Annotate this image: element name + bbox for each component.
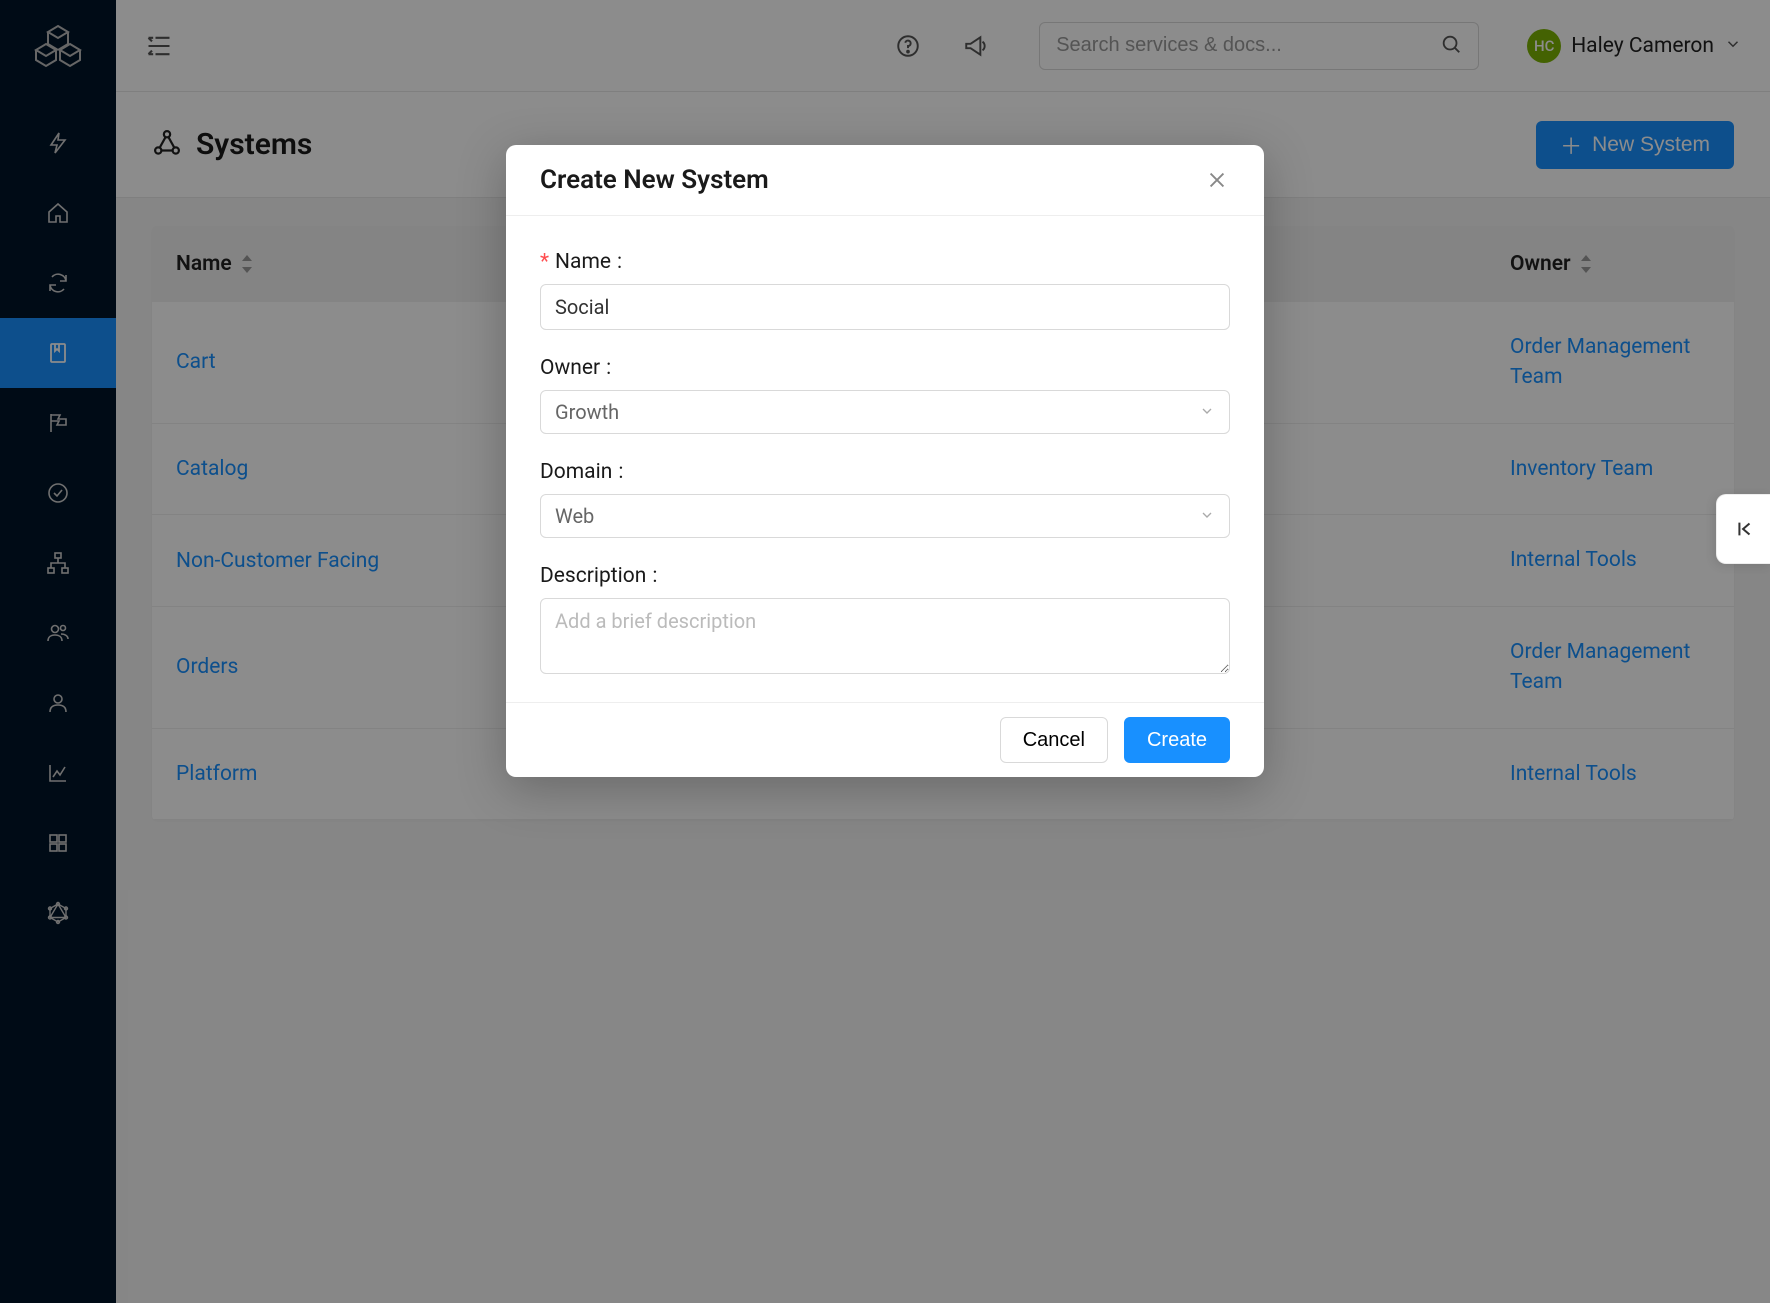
chevron-down-icon	[1199, 400, 1215, 424]
owner-label: Owner	[540, 356, 600, 380]
domain-select-value: Web	[555, 504, 594, 528]
modal-title: Create New System	[540, 165, 769, 195]
name-field-row: *Name:	[540, 250, 1230, 330]
modal-header: Create New System	[506, 145, 1264, 216]
modal-footer: Cancel Create	[506, 702, 1264, 777]
owner-select-value: Growth	[555, 400, 619, 424]
name-input[interactable]	[540, 284, 1230, 330]
chevron-down-icon	[1199, 504, 1215, 528]
description-textarea[interactable]	[540, 598, 1230, 674]
domain-field-row: Domain: Web	[540, 460, 1230, 538]
required-marker: *	[540, 250, 549, 274]
create-button[interactable]: Create	[1124, 717, 1230, 763]
domain-label: Domain	[540, 460, 612, 484]
modal-body: *Name: Owner: Growth Domain: Web Descrip…	[506, 216, 1264, 702]
close-icon[interactable]	[1204, 167, 1230, 193]
name-label: Name	[555, 250, 611, 274]
description-field-row: Description:	[540, 564, 1230, 678]
panel-collapse-tab[interactable]	[1716, 494, 1770, 564]
create-system-modal: Create New System *Name: Owner: Growth D…	[506, 145, 1264, 777]
domain-select[interactable]: Web	[540, 494, 1230, 538]
description-label: Description	[540, 564, 646, 588]
owner-field-row: Owner: Growth	[540, 356, 1230, 434]
owner-select[interactable]: Growth	[540, 390, 1230, 434]
cancel-button[interactable]: Cancel	[1000, 717, 1108, 763]
